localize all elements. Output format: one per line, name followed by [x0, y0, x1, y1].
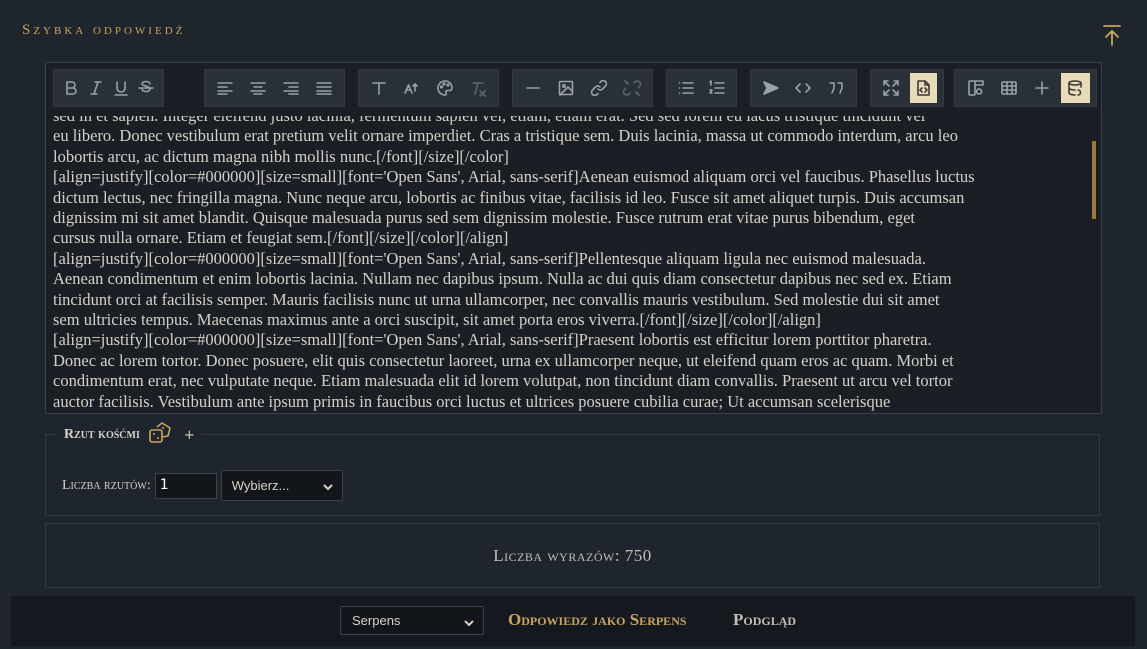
- chevron-down-icon: [322, 481, 334, 493]
- toolbar-group-font: [358, 69, 499, 107]
- editor-line: dignissim mi sit amet blandit. Quisque m…: [53, 208, 915, 228]
- editor-line: auctor facilisis. Vestibulum ante ipsum …: [53, 391, 891, 411]
- dice-icon: [148, 421, 172, 449]
- dice-type-select[interactable]: Wybierz...: [220, 470, 343, 501]
- editor-line: eu libero. Donec vestibulum erat pretium…: [53, 126, 958, 146]
- maximize-icon[interactable]: [878, 73, 905, 103]
- horizontal-rule-icon[interactable]: [520, 73, 548, 103]
- image-icon[interactable]: [552, 73, 580, 103]
- palette-icon[interactable]: [431, 73, 459, 103]
- character-select-value: Serpens: [352, 613, 401, 628]
- font-size-icon[interactable]: [398, 73, 426, 103]
- arrow-up-to-top-icon[interactable]: [1101, 24, 1123, 46]
- font-icon[interactable]: [366, 73, 394, 103]
- ordered-list-icon[interactable]: [704, 73, 730, 103]
- align-right-icon[interactable]: [277, 73, 305, 103]
- bullet-list-icon[interactable]: [674, 73, 700, 103]
- editor-scrollbar[interactable]: [1092, 141, 1096, 219]
- dice-roll-panel: Rzut kośćmi + Liczba rzutów: 1 Wybierz..…: [45, 421, 1100, 516]
- code-icon[interactable]: [790, 73, 817, 103]
- chevron-down-icon: [463, 617, 475, 629]
- quote-icon[interactable]: [822, 73, 849, 103]
- editor-line: sed in et sapien. Integer eleifend justo…: [53, 116, 1090, 126]
- bold-icon[interactable]: [61, 73, 81, 103]
- word-count: Liczba wyrazów: 750: [45, 523, 1100, 588]
- editor-line: dictum lectus, nec fringilla magna. Nunc…: [53, 187, 965, 207]
- toolbar-group-align: [204, 69, 345, 107]
- quick-reply-title: Szybka odpowiedź: [22, 22, 186, 38]
- align-center-icon[interactable]: [244, 73, 272, 103]
- toolbar-group-extras: [954, 69, 1097, 107]
- editor: sed in et sapien. Integer eleifend justo…: [45, 62, 1102, 414]
- editor-line: [align=justify][color=#000000][size=smal…: [53, 167, 975, 187]
- editor-line: sem ultricies tempus. Maecenas maximus a…: [53, 310, 821, 330]
- reply-as-button[interactable]: Odpowiedz jako Serpens: [508, 610, 687, 630]
- link-icon[interactable]: [585, 73, 613, 103]
- dice-row: Liczba rzutów: 1 Wybierz...: [62, 470, 343, 501]
- align-left-icon[interactable]: [212, 73, 240, 103]
- footer-bar: Serpens Odpowiedz jako Serpens Podgląd: [11, 596, 1135, 646]
- character-select[interactable]: Serpens: [340, 606, 484, 635]
- table-icon[interactable]: [995, 73, 1023, 103]
- roll-count-label: Liczba rzutów:: [62, 477, 151, 493]
- dice-legend-label: Rzut kośćmi: [64, 427, 140, 442]
- editor-line: Donec ac lorem tortor. Donec posuere, el…: [53, 350, 954, 370]
- toolbar-group-insert: [512, 69, 653, 107]
- preview-button[interactable]: Podgląd: [733, 610, 796, 630]
- editor-line: lobortis arcu, ac dictum magna nibh moll…: [53, 146, 509, 166]
- send-icon[interactable]: [758, 73, 785, 103]
- dice-legend: Rzut kośćmi +: [57, 421, 202, 449]
- toolbar-group-blocks: [750, 69, 857, 107]
- roll-count-input[interactable]: 1: [154, 472, 217, 499]
- toolbar-group-view: [870, 69, 944, 107]
- align-justify-icon[interactable]: [310, 73, 338, 103]
- source-icon[interactable]: [909, 73, 937, 103]
- editor-line: cursus nulla ornare. Etiam et feugiat se…: [53, 228, 509, 248]
- template-icon[interactable]: [962, 73, 990, 103]
- editor-line: Aenean condimentum et enim lobortis laci…: [53, 269, 952, 289]
- editor-line: tincidunt orci at facilisis semper. Maur…: [53, 289, 940, 309]
- toolbar-group-lists: [666, 69, 737, 107]
- clear-format-icon[interactable]: [464, 73, 492, 103]
- underline-icon[interactable]: [111, 73, 131, 103]
- unlink-icon[interactable]: [618, 73, 646, 103]
- italic-icon[interactable]: [86, 73, 106, 103]
- database-icon[interactable]: [1061, 73, 1090, 103]
- editor-text-area[interactable]: sed in et sapien. Integer eleifend justo…: [47, 116, 1090, 413]
- toolbar-group-text-style: [53, 69, 164, 107]
- dice-type-select-value: Wybierz...: [231, 478, 290, 493]
- strikethrough-icon[interactable]: [136, 73, 156, 103]
- editor-line: [align=justify][color=#000000][size=smal…: [53, 330, 932, 350]
- editor-line: [align=justify][color=#000000][size=smal…: [53, 248, 926, 268]
- plus-icon[interactable]: [1028, 73, 1056, 103]
- editor-line: condimentum erat, nec vulputate neque. E…: [53, 371, 953, 391]
- add-dice-button[interactable]: +: [184, 428, 195, 443]
